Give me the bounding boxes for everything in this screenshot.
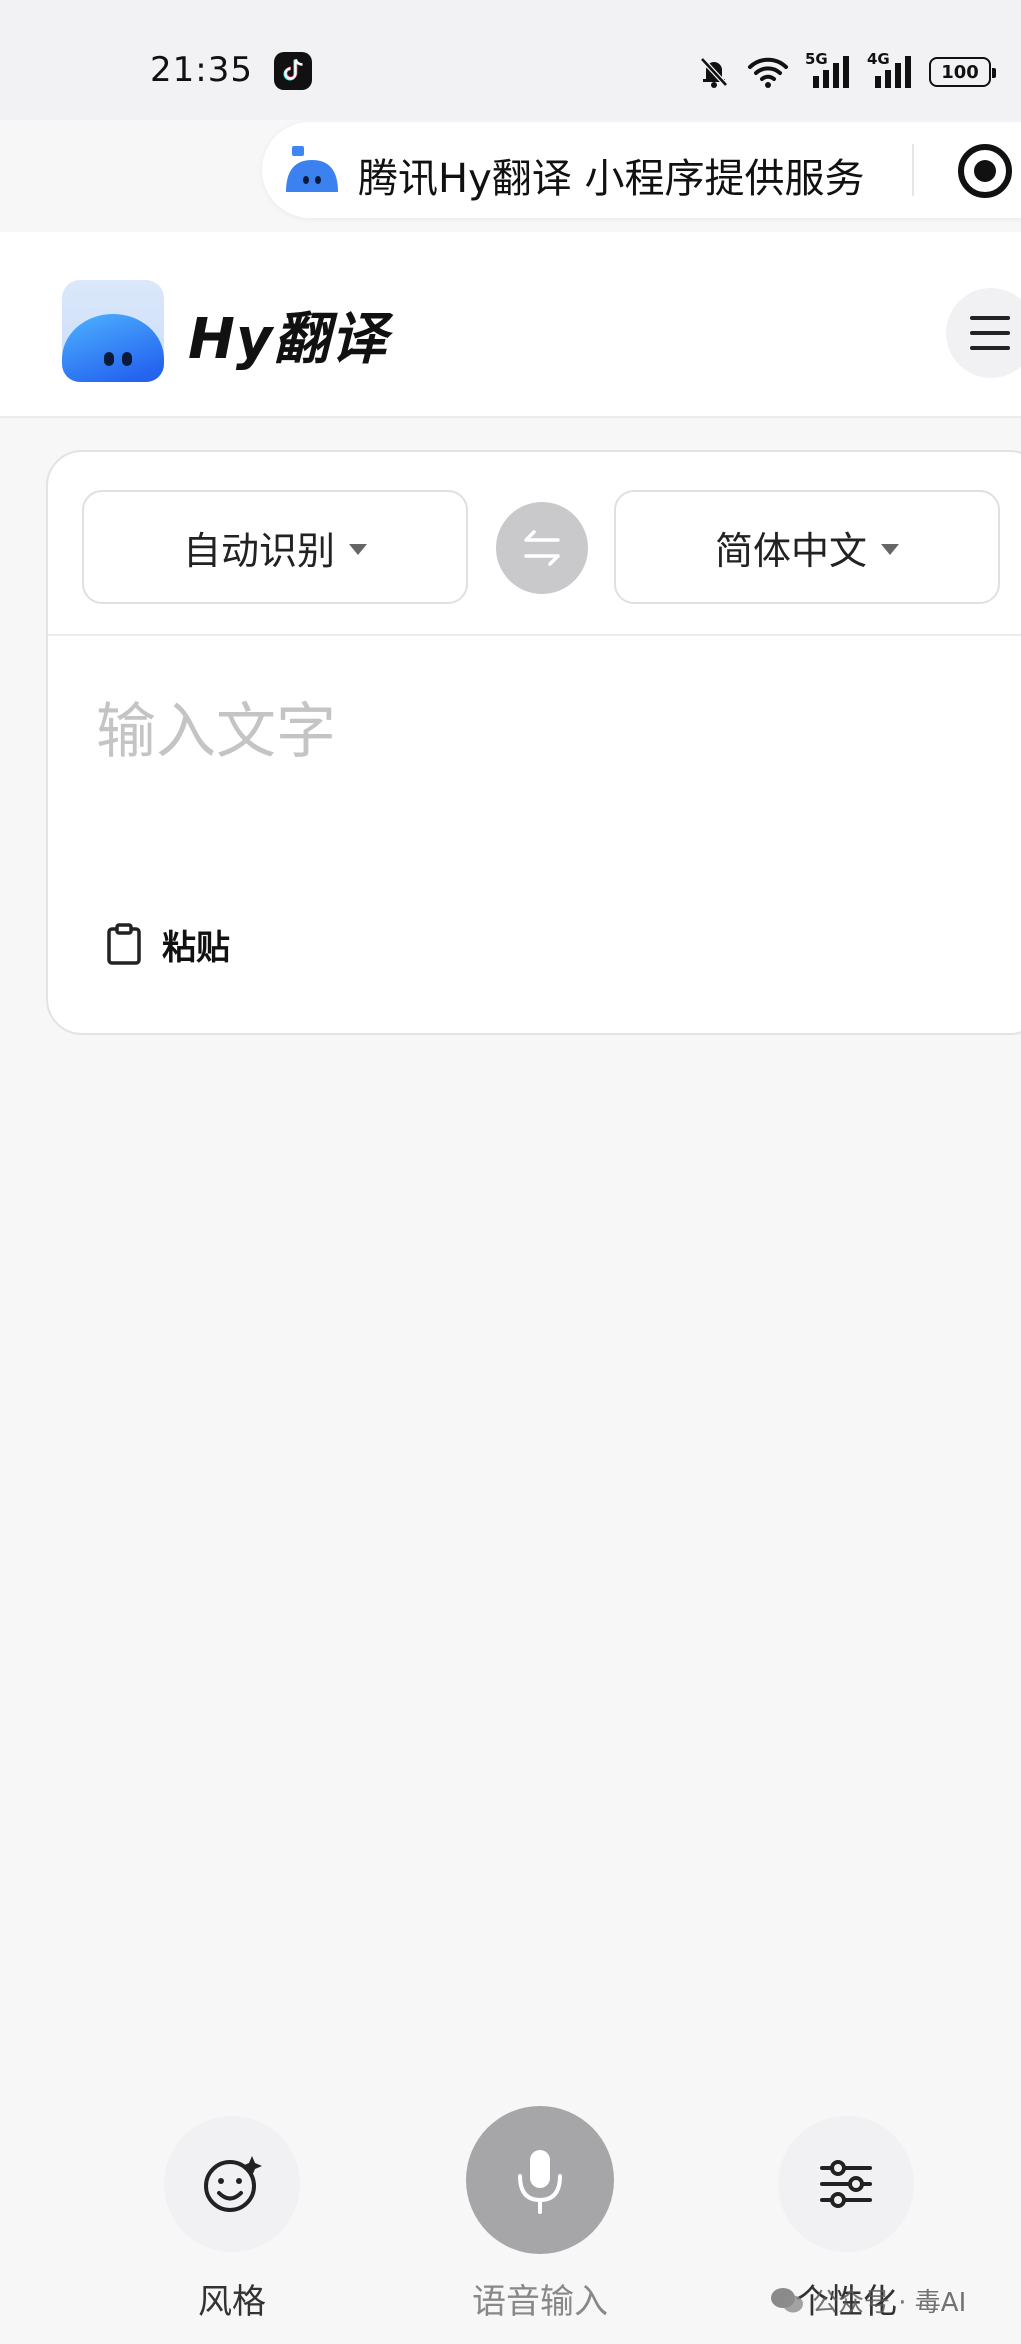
target-icon[interactable] — [958, 144, 1012, 198]
caret-down-icon — [881, 543, 899, 555]
smiley-sparkle-icon — [204, 2156, 262, 2212]
capsule-divider — [912, 144, 914, 196]
clipboard-icon — [107, 923, 141, 965]
signal-4g-icon: 4G — [867, 50, 913, 90]
voice-input-button[interactable] — [466, 2106, 614, 2254]
microphone-icon — [518, 2150, 562, 2214]
hamburger-menu-icon[interactable] — [946, 288, 1021, 378]
battery-level: 100 — [941, 61, 979, 83]
paste-button[interactable]: 粘贴 — [104, 918, 230, 970]
translator-page: 21:35 5G 4G 100 腾讯Hy翻译 小程序提供服务 Hy翻译 自动识别… — [0, 0, 1021, 2344]
app-title: Hy翻译 — [188, 307, 388, 372]
voice-input-label: 语音输入 — [472, 2282, 608, 2322]
watermark: 公众号 · 毒AI — [770, 2282, 966, 2319]
text-input[interactable] — [96, 682, 976, 782]
wifi-icon — [748, 57, 788, 88]
style-button[interactable] — [164, 2116, 300, 2252]
mini-program-bar: 腾讯Hy翻译 小程序提供服务 — [262, 122, 1021, 218]
wechat-icon — [771, 2287, 803, 2312]
hy-app-logo-icon — [62, 280, 164, 382]
sliders-icon — [820, 2160, 872, 2208]
personalize-button[interactable] — [778, 2116, 914, 2252]
app-header: Hy翻译 — [0, 232, 1021, 418]
status-bar: 21:35 5G 4G 100 — [0, 0, 1021, 120]
style-label: 风格 — [198, 2282, 266, 2322]
mute-bell-icon — [700, 57, 728, 88]
watermark-text: 公众号 · 毒AI — [812, 2288, 967, 2318]
source-language-label: 自动识别 — [182, 528, 335, 573]
signal-5g-icon: 5G — [805, 50, 851, 90]
translation-card: 自动识别 简体中文 粘贴 — [46, 450, 1021, 1035]
paste-label: 粘贴 — [162, 927, 230, 968]
card-divider — [48, 634, 1021, 636]
swap-arrows-icon[interactable] — [496, 502, 588, 594]
source-language-select[interactable]: 自动识别 — [82, 490, 468, 604]
hy-mascot-icon — [286, 146, 338, 192]
battery-indicator: 100 — [929, 57, 996, 87]
status-time: 21:35 — [150, 50, 253, 90]
caret-down-icon — [349, 543, 367, 555]
target-language-label: 简体中文 — [714, 528, 867, 573]
target-language-select[interactable]: 简体中文 — [614, 490, 1000, 604]
mini-program-title: 腾讯Hy翻译 小程序提供服务 — [358, 156, 865, 202]
tiktok-icon — [274, 52, 312, 90]
status-icons: 5G 4G 100 — [697, 50, 996, 92]
